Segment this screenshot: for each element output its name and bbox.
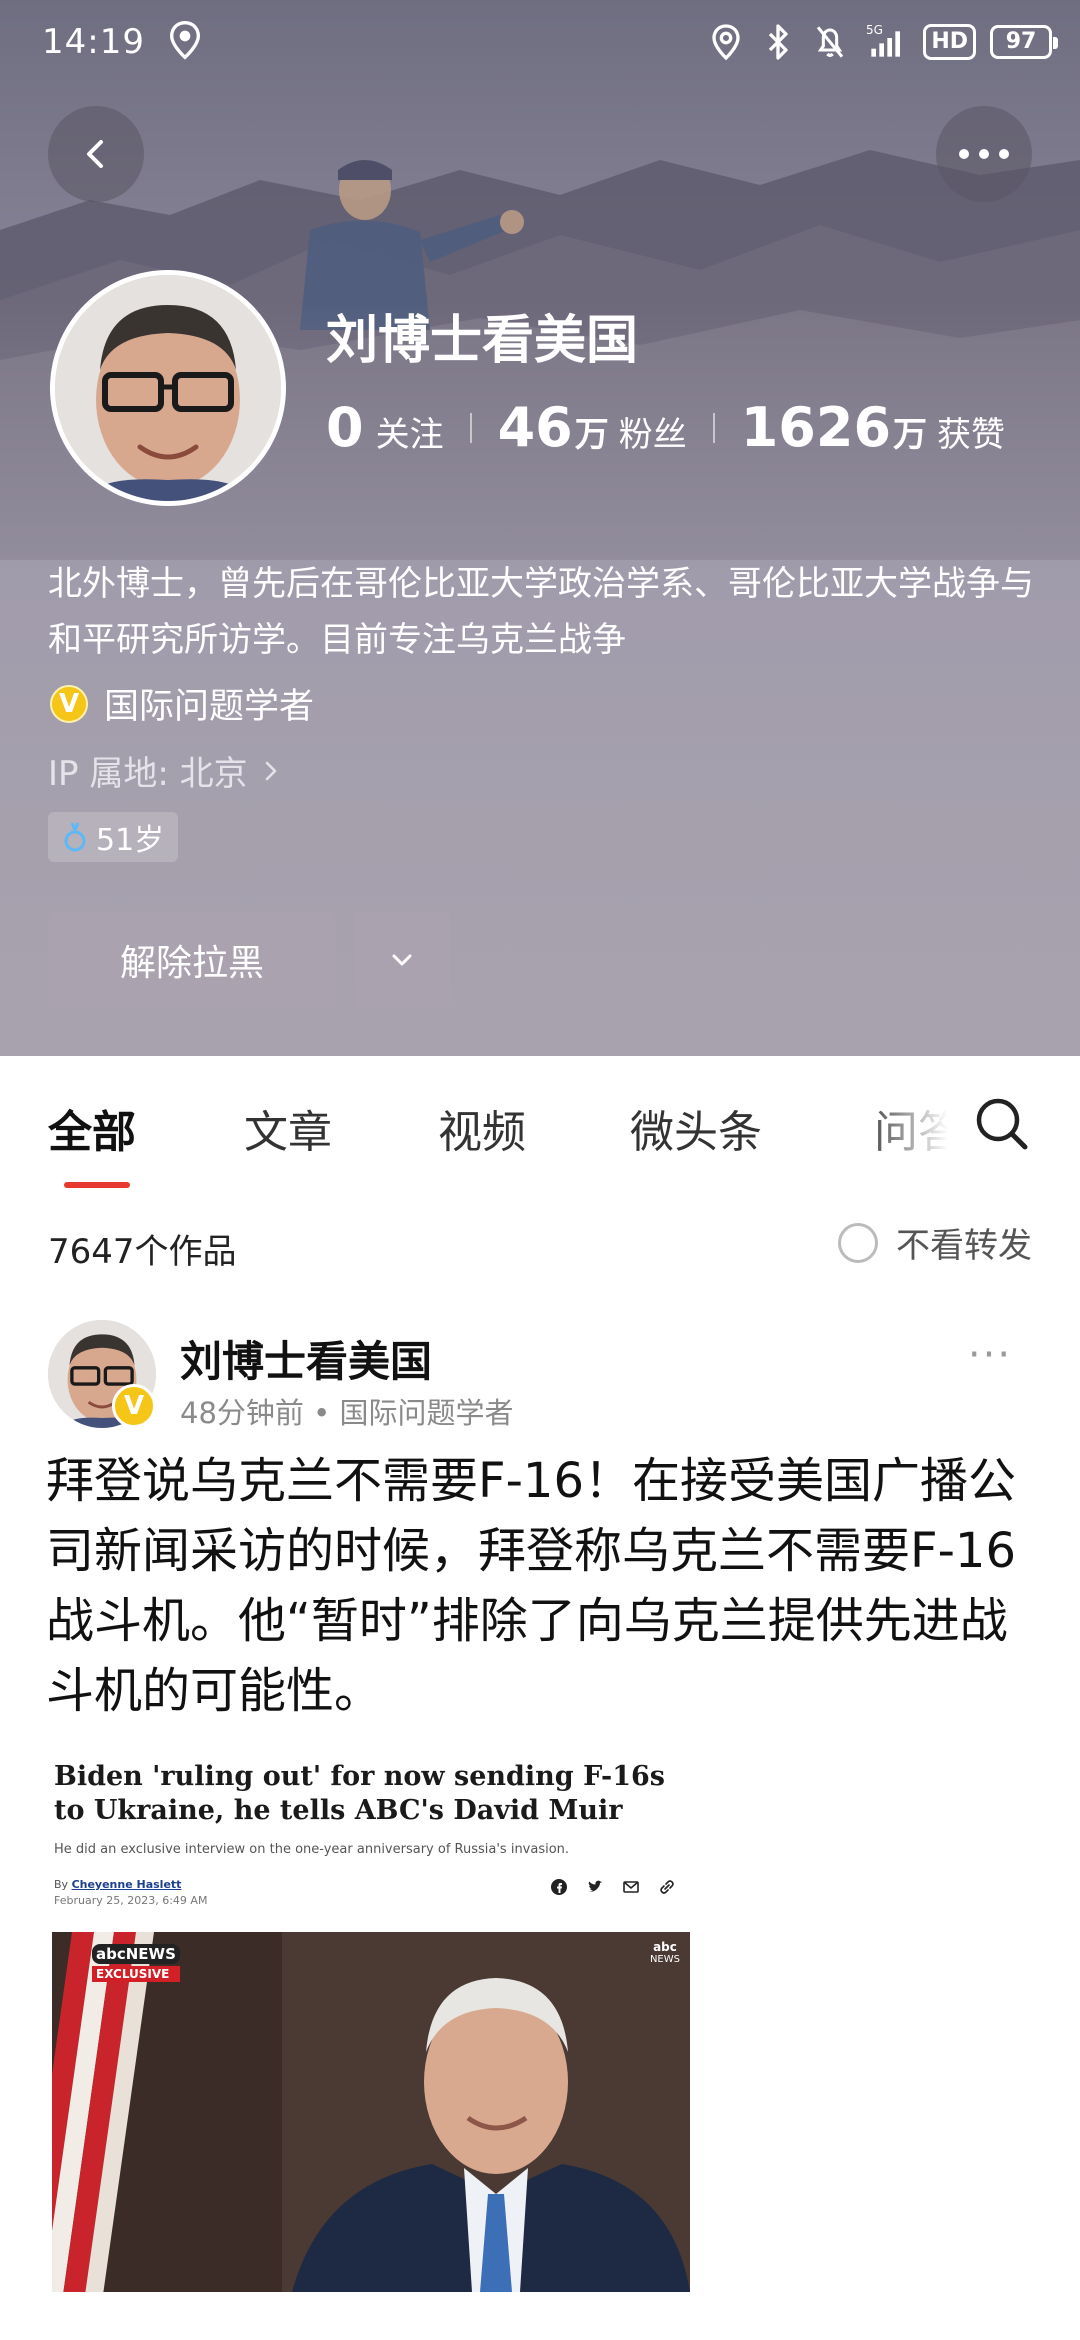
- verified-badge-icon: V: [112, 1384, 156, 1428]
- article-video-thumbnail: abcNEWS EXCLUSIVE abc NEWS: [52, 1932, 690, 2292]
- article-headline: Biden 'ruling out' for now sending F-16s…: [54, 1761, 666, 1826]
- exclusive-tag: EXCLUSIVE: [92, 1966, 180, 1982]
- more-dots-icon: [959, 149, 1009, 159]
- profile-stats: 0 关注 46万 粉丝 1626万 获赞: [326, 396, 1005, 459]
- search-icon[interactable]: [972, 1094, 1032, 1154]
- hide-repost-toggle[interactable]: 不看转发: [838, 1218, 1032, 1267]
- signal-5g-icon: 5G: [866, 23, 901, 57]
- ip-location: IP 属地: 北京: [48, 754, 248, 794]
- abc-news-logo: abcNEWS EXCLUSIVE: [92, 1944, 180, 1982]
- back-button[interactable]: [48, 106, 144, 202]
- facebook-icon: [551, 1879, 567, 1895]
- network-label: 5G: [866, 23, 883, 37]
- article-byline: By Cheyenne Haslett: [54, 1878, 181, 1891]
- article-subheadline: He did an exclusive interview on the one…: [54, 1842, 570, 1857]
- stat-likes[interactable]: 1626万 获赞: [741, 396, 1005, 459]
- ip-location-link[interactable]: IP 属地: 北京: [48, 746, 286, 795]
- works-count: 7647个作品: [48, 1232, 237, 1272]
- stat-number: 0: [326, 396, 364, 459]
- hide-repost-label: 不看转发: [896, 1226, 1032, 1266]
- stat-divider: [712, 412, 715, 443]
- profile-header: 14:19 5G HD 97 刘博士看美国 0 关注 46万 粉丝 1626万 …: [0, 0, 1080, 1056]
- verified-title-row: V 国际问题学者: [50, 678, 314, 729]
- stat-following[interactable]: 0 关注: [326, 396, 444, 459]
- status-icons: 5G HD 97: [707, 20, 1058, 64]
- article-share-icons: [550, 1878, 676, 1896]
- radio-unchecked-icon: [838, 1222, 878, 1263]
- profile-avatar[interactable]: [50, 270, 286, 506]
- battery-indicator: 97: [990, 25, 1058, 59]
- post-text[interactable]: 拜登说乌克兰不需要F-16！在接受美国广播公司新闻采访的时候，拜登称乌克兰不需要…: [46, 1446, 1046, 1726]
- twitter-icon: [588, 1880, 602, 1892]
- active-tab-indicator: [64, 1182, 130, 1188]
- stat-label: 粉丝: [618, 415, 687, 455]
- byline-author: Cheyenne Haslett: [71, 1878, 182, 1891]
- post-more-button[interactable]: ···: [960, 1335, 1020, 1380]
- chevron-down-icon: [392, 954, 412, 966]
- byline-prefix: By: [54, 1878, 69, 1891]
- hd-badge: HD: [923, 24, 976, 60]
- tab-videos[interactable]: 视频: [438, 1096, 526, 1160]
- stat-unit: 万: [574, 415, 609, 455]
- age-label: 51岁: [96, 823, 165, 858]
- abc-corner-news-text: NEWS: [649, 1954, 680, 1965]
- stat-number: 1626: [740, 396, 892, 459]
- profile-bio: 北外博士，曾先后在哥伦比亚大学政治学系、哥伦比亚大学战争与和平研究所访学。目前专…: [48, 564, 1034, 660]
- unblock-button[interactable]: 解除拉黑: [48, 912, 336, 1008]
- tabs-scroll-fade: [860, 1056, 970, 1196]
- video-frame-illustration: [52, 1932, 690, 2292]
- article-date: February 25, 2023, 6:49 AM: [54, 1894, 208, 1907]
- male-gender-icon: [64, 822, 86, 852]
- link-icon: [660, 1880, 674, 1894]
- recommend-dropdown-button[interactable]: [354, 912, 450, 1008]
- profile-name: 刘博士看美国: [326, 311, 639, 371]
- chevron-right-icon: [265, 761, 276, 780]
- works-count-row: 7647个作品 不看转发: [0, 1206, 1080, 1286]
- more-options-button[interactable]: [936, 106, 1032, 202]
- back-arrow-icon: [87, 140, 103, 168]
- post-image[interactable]: Biden 'ruling out' for now sending F-16s…: [40, 1746, 700, 2306]
- stat-unit: 万: [893, 415, 928, 455]
- abc-news-label: abcNEWS: [92, 1944, 180, 1964]
- mute-bell-icon: [817, 26, 844, 58]
- location-icon: [169, 20, 201, 60]
- post-meta: 48分钟前 • 国际问题学者: [180, 1396, 514, 1430]
- stat-label: 获赞: [937, 415, 1006, 455]
- avatar-portrait: [55, 275, 281, 501]
- tab-all[interactable]: 全部: [48, 1096, 136, 1160]
- stat-number: 46: [497, 396, 573, 459]
- verified-badge-icon: V: [50, 684, 88, 723]
- verified-title: 国际问题学者: [104, 687, 315, 727]
- post-author-name[interactable]: 刘博士看美国: [180, 1328, 432, 1389]
- abc-corner-logo-text: abc: [653, 1940, 677, 1954]
- stat-label: 关注: [375, 415, 444, 455]
- tab-micro-posts[interactable]: 微头条: [630, 1096, 762, 1160]
- bluetooth-icon: [769, 24, 788, 60]
- stat-divider: [469, 412, 472, 443]
- status-bar: 14:19 5G HD 97: [0, 0, 1080, 90]
- email-icon: [623, 1881, 639, 1893]
- abc-corner-logo: abc NEWS: [650, 1940, 680, 1965]
- stat-followers[interactable]: 46万 粉丝: [498, 396, 687, 459]
- location-icon: [712, 24, 740, 61]
- status-time: 14:19: [42, 22, 145, 62]
- age-chip: 51岁: [48, 812, 179, 862]
- tab-articles[interactable]: 文章: [244, 1096, 332, 1160]
